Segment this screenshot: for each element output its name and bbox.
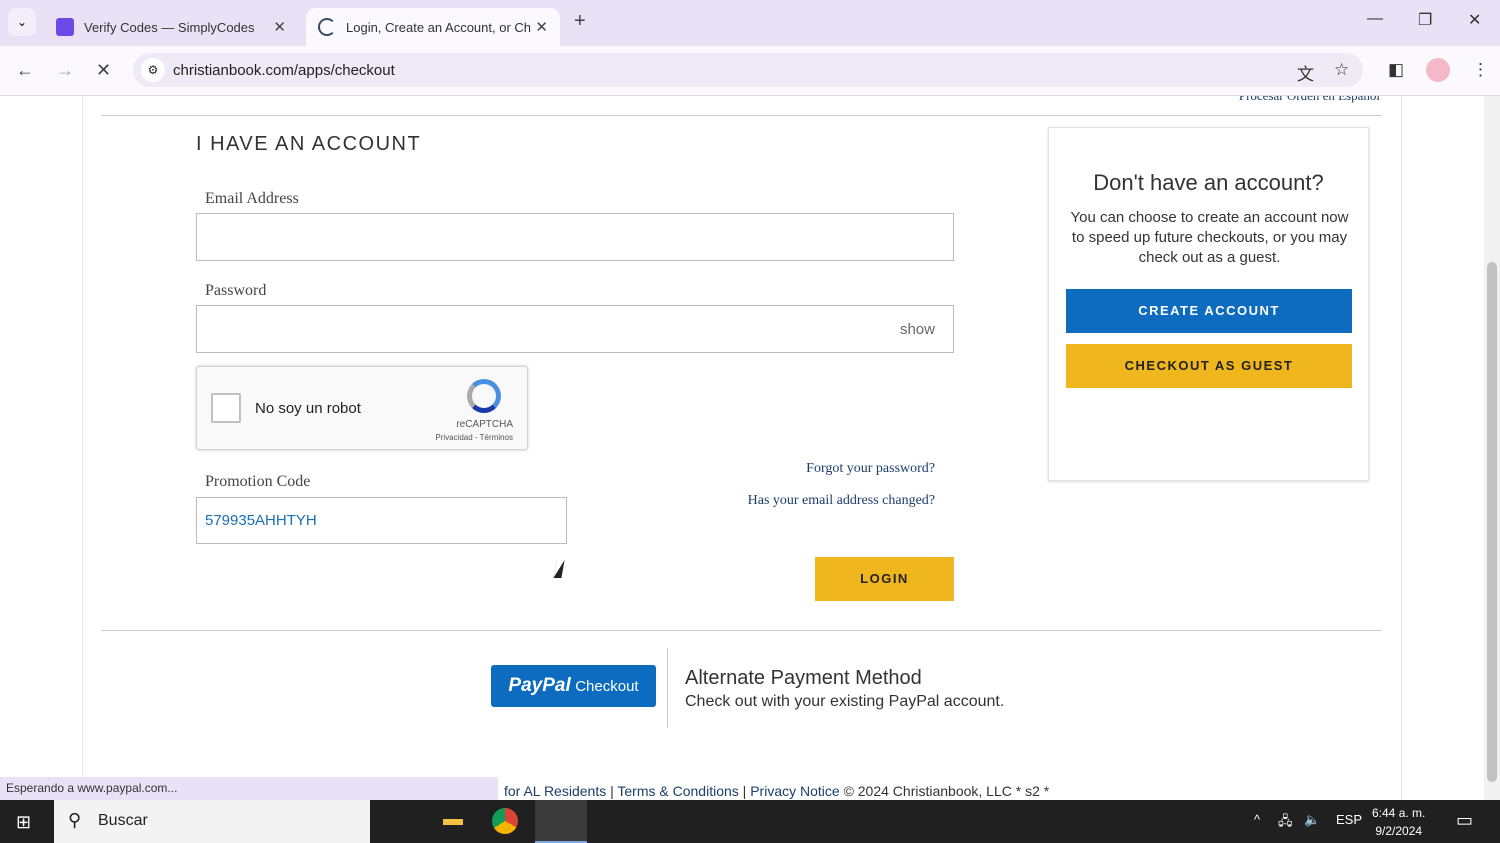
recaptcha-brand: reCAPTCHA xyxy=(456,419,513,430)
separator: | xyxy=(738,783,751,799)
close-tab-icon[interactable]: ✕ xyxy=(535,18,548,36)
tab-search-button[interactable]: ⌄ xyxy=(8,8,36,36)
promo-value: 579935AHHTYH xyxy=(205,512,317,529)
recaptcha-label: No soy un robot xyxy=(255,400,361,417)
translate-icon[interactable]: 文 xyxy=(1297,60,1314,85)
divider xyxy=(667,648,668,728)
copyright: © 2024 Christianbook, LLC * s2 * xyxy=(843,783,1050,799)
tab-title: Verify Codes — SimplyCodes xyxy=(84,19,255,35)
privacy-link[interactable]: Privacy Notice xyxy=(750,783,839,799)
password-field[interactable]: show xyxy=(196,305,954,353)
password-label: Password xyxy=(205,282,267,299)
email-changed-link[interactable]: Has your email address changed? xyxy=(748,493,935,509)
tab-verify-codes[interactable]: Verify Codes — SimplyCodes ✕ xyxy=(44,8,298,46)
restore-icon[interactable]: ❐ xyxy=(1418,10,1432,30)
volume-icon[interactable]: 🔈 xyxy=(1304,812,1320,828)
signup-text: You can choose to create an account now … xyxy=(1070,209,1349,266)
al-residents-link[interactable]: for AL Residents xyxy=(504,783,606,799)
new-tab-icon[interactable]: + xyxy=(574,10,586,33)
signup-heading: Don't have an account? xyxy=(1093,170,1324,195)
back-icon[interactable]: ← xyxy=(16,60,34,81)
notifications-icon[interactable]: ▭ xyxy=(1456,810,1473,831)
forgot-password-link[interactable]: Forgot your password? xyxy=(806,461,935,477)
tab-title: Login, Create an Account, or Ch xyxy=(346,19,532,35)
checkout-as-guest-button[interactable]: CHECKOUT AS GUEST xyxy=(1066,344,1352,388)
divider xyxy=(101,630,1382,631)
close-tab-icon[interactable]: ✕ xyxy=(273,18,286,36)
recaptcha-logo-icon xyxy=(467,379,501,413)
clock-date: 9/2/2024 xyxy=(1375,824,1423,838)
bookmark-star-icon[interactable]: ☆ xyxy=(1334,60,1349,80)
recaptcha-widget: No soy un robot reCAPTCHA Privacidad - T… xyxy=(196,366,528,450)
checkout-page: Procesar Orden en Español I HAVE AN ACCO… xyxy=(0,96,1484,800)
recaptcha-checkbox[interactable] xyxy=(211,393,241,423)
recaptcha-links[interactable]: Privacidad - Términos xyxy=(435,433,513,442)
alt-payment-subtitle: Check out with your existing PayPal acco… xyxy=(685,693,1005,710)
paypal-logo: PayPal xyxy=(508,675,571,696)
close-window-icon[interactable]: ✕ xyxy=(1468,10,1481,30)
windows-taskbar: ⊞ ⚲ Buscar ▬ ^ 🖧 🔈 ESP 6:44 a. m. 9/2/2024… xyxy=(0,800,1500,843)
login-heading: I HAVE AN ACCOUNT xyxy=(196,133,422,155)
email-label: Email Address xyxy=(205,190,299,207)
create-account-button[interactable]: CREATE ACCOUNT xyxy=(1066,289,1352,333)
address-bar[interactable]: ⚙ christianbook.com/apps/checkout xyxy=(133,53,1363,87)
separator: | xyxy=(606,783,618,799)
scrollbar-thumb[interactable] xyxy=(1487,262,1497,782)
search-placeholder: Buscar xyxy=(98,812,148,829)
tab-login[interactable]: Login, Create an Account, or Ch ✕ xyxy=(306,8,560,46)
clock-time: 6:44 a. m. xyxy=(1372,806,1426,820)
content-border xyxy=(1401,96,1402,800)
file-explorer-icon[interactable]: ▬ xyxy=(438,808,468,836)
search-icon: ⚲ xyxy=(68,810,82,830)
taskbar-clock[interactable]: 6:44 a. m. 9/2/2024 xyxy=(1372,804,1425,840)
menu-icon[interactable]: ⋮ xyxy=(1472,60,1489,80)
show-password-toggle[interactable]: show xyxy=(900,321,935,338)
simplycodes-favicon-icon xyxy=(56,18,74,36)
alt-payment-title: Alternate Payment Method xyxy=(685,667,922,689)
loading-spinner-icon xyxy=(318,18,336,36)
site-settings-icon[interactable]: ⚙ xyxy=(141,58,165,82)
page-scrollbar[interactable] xyxy=(1484,96,1500,800)
paypal-checkout-button[interactable]: PayPal Checkout xyxy=(491,665,656,707)
stop-loading-icon[interactable]: ✕ xyxy=(96,60,111,81)
tab-bar: ⌄ Verify Codes — SimplyCodes ✕ Login, Cr… xyxy=(0,0,1500,46)
promo-label: Promotion Code xyxy=(205,473,311,490)
email-field[interactable] xyxy=(196,213,954,261)
url-text: christianbook.com/apps/checkout xyxy=(173,61,395,79)
status-bubble: Esperando a www.paypal.com... xyxy=(0,777,498,800)
signup-card: Don't have an account? You can choose to… xyxy=(1048,127,1369,481)
tray-chevron-icon[interactable]: ^ xyxy=(1254,812,1260,827)
chrome-profile-taskbar-icon[interactable] xyxy=(535,800,587,843)
promo-code-field[interactable]: 579935AHHTYH xyxy=(196,497,567,544)
profile-avatar[interactable] xyxy=(1426,58,1450,82)
side-panel-icon[interactable]: ◧ xyxy=(1388,60,1404,80)
content-border xyxy=(82,96,83,800)
terms-link[interactable]: Terms & Conditions xyxy=(617,783,738,799)
spanish-link[interactable]: Procesar Orden en Español xyxy=(1239,96,1380,104)
windows-start-icon[interactable]: ⊞ xyxy=(16,812,31,833)
paypal-button-label: Checkout xyxy=(575,678,639,695)
forward-icon[interactable]: → xyxy=(56,60,74,81)
divider xyxy=(101,115,1382,116)
minimize-icon[interactable]: — xyxy=(1367,10,1383,28)
language-indicator[interactable]: ESP xyxy=(1336,812,1362,827)
mouse-cursor-icon xyxy=(553,560,565,578)
login-button[interactable]: LOGIN xyxy=(815,557,954,601)
browser-toolbar: ← → ✕ ⚙ christianbook.com/apps/checkout … xyxy=(0,46,1500,96)
taskbar-search[interactable]: ⚲ Buscar xyxy=(54,800,370,843)
chrome-icon[interactable] xyxy=(492,808,518,834)
footer-links: for AL Residents | Terms & Conditions | … xyxy=(504,783,1049,799)
network-icon[interactable]: 🖧 xyxy=(1278,812,1293,834)
